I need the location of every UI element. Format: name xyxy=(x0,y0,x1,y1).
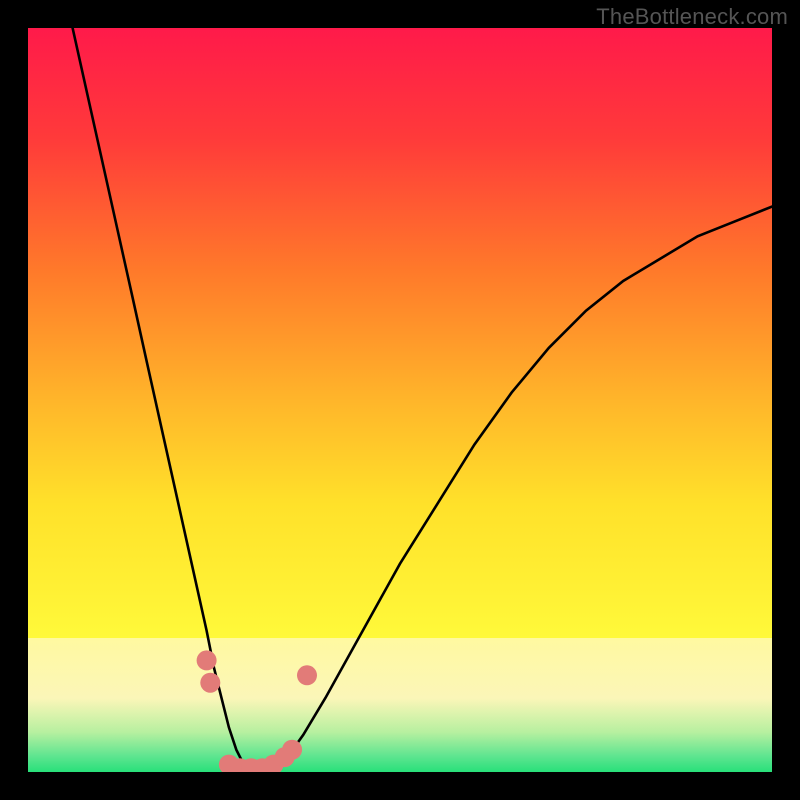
curve-marker xyxy=(282,740,302,760)
curve-marker xyxy=(297,665,317,685)
chart-svg xyxy=(28,28,772,772)
plot-area xyxy=(28,28,772,772)
outer-frame: TheBottleneck.com xyxy=(0,0,800,800)
watermark-text: TheBottleneck.com xyxy=(596,4,788,30)
curve-marker xyxy=(197,650,217,670)
curve-marker xyxy=(200,673,220,693)
gradient-background-lower xyxy=(28,638,772,772)
